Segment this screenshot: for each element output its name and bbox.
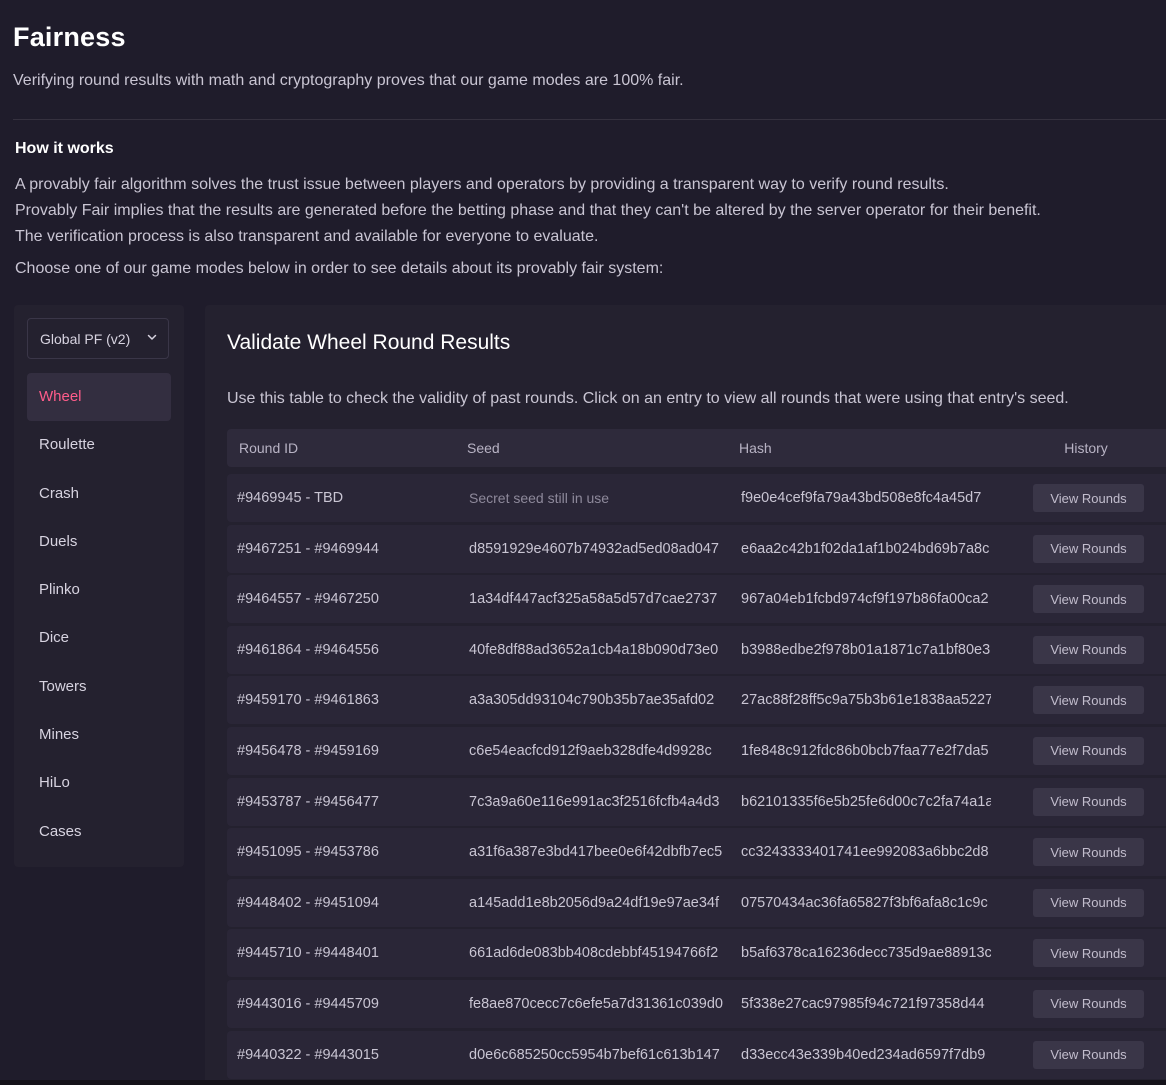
table-row[interactable]: #9464557 - #9467250 1a34df447acf325a58a5d…	[227, 575, 1166, 624]
round-id-cell: #9464557 - #9467250	[237, 591, 379, 608]
game-mode-list: Wheel Roulette Crash Duels Plinko Dice T…	[27, 373, 171, 856]
view-rounds-button[interactable]: View Rounds	[1033, 686, 1144, 715]
column-header-history: History	[1064, 440, 1108, 456]
round-id-cell: #9448402 - #9451094	[237, 894, 379, 911]
view-rounds-button[interactable]: View Rounds	[1033, 534, 1144, 563]
round-id-cell: #9467251 - #9469944	[237, 540, 379, 557]
view-rounds-button[interactable]: View Rounds	[1033, 939, 1144, 968]
sidebar-item-crash[interactable]: Crash	[27, 470, 171, 518]
seed-cell: a3a305dd93104c790b35b7ae35afd02	[469, 692, 715, 709]
table-row[interactable]: #9445710 - #9448401 661ad6de083bb408cdebb…	[227, 929, 1166, 978]
hash-cell: 07570434ac36fa65827f3bf6afa8c1c9c	[741, 894, 988, 911]
hash-cell: 967a04eb1fcbd974cf9f197b86fa00ca2	[741, 591, 989, 608]
round-id-cell: #9453787 - #9456477	[237, 793, 379, 810]
game-mode-sidebar: Global PF (v2) Wheel Roulette Crash Duel…	[14, 305, 184, 867]
page-subtitle: Verifying round results with math and cr…	[13, 72, 684, 89]
round-id-cell: #9459170 - #9461863	[237, 692, 379, 709]
hash-cell: d33ecc43e339b40ed234ad6597f7db9	[741, 1046, 986, 1063]
view-rounds-button[interactable]: View Rounds	[1033, 1040, 1144, 1069]
table-row[interactable]: #9456478 - #9459169 c6e54eacfcd912f9aeb32…	[227, 726, 1166, 775]
table-row[interactable]: #9451095 - #9453786 a31f6a387e3bd417bee0e…	[227, 828, 1166, 877]
sidebar-item-duels[interactable]: Duels	[27, 518, 171, 566]
panel-title: Validate Wheel Round Results	[227, 331, 511, 354]
bottom-bar	[0, 1080, 1166, 1085]
how-it-works-line: The verification process is also transpa…	[15, 228, 599, 245]
view-rounds-button[interactable]: View Rounds	[1033, 484, 1144, 512]
choose-mode-text: Choose one of our game modes below in or…	[15, 260, 664, 277]
hash-cell: b3988edbe2f978b01a1871c7a1bf80e31	[741, 641, 991, 658]
table-row[interactable]: #9459170 - #9461863 a3a305dd93104c790b35b…	[227, 676, 1166, 725]
seed-cell: d8591929e4607b74932ad5ed08ad047	[469, 540, 719, 557]
round-id-cell: #9461864 - #9464556	[237, 641, 379, 658]
round-id-cell: #9445710 - #9448401	[237, 945, 379, 962]
hash-cell: 1fe848c912fdc86b0bcb7faa77e2f7da5	[741, 742, 989, 759]
table-row[interactable]: #9461864 - #9464556 40fe8df88ad3652a1cb4a…	[227, 625, 1166, 674]
hash-cell: cc3243333401741ee992083a6bbc2d8	[741, 844, 989, 861]
sidebar-item-mines[interactable]: Mines	[27, 711, 171, 759]
seed-cell: fe8ae870cecc7c6efe5a7d31361c039d0	[469, 995, 723, 1012]
table-row[interactable]: #9443016 - #9445709 fe8ae870cecc7c6efe5a7…	[227, 979, 1166, 1028]
table-row[interactable]: #9469945 - TBD Secret seed still in use f9…	[227, 474, 1166, 522]
hash-cell: b5af6378ca16236decc735d9ae88913c	[741, 945, 991, 962]
seed-cell: 1a34df447acf325a58a5d57d7cae2737	[469, 591, 718, 608]
rounds-table: Round ID Seed Hash History #9469945 - TB…	[227, 429, 1166, 1081]
table-row[interactable]: #9448402 - #9451094 a145add1e8b2056d9a24d…	[227, 878, 1166, 927]
divider	[13, 119, 1166, 120]
sidebar-item-plinko[interactable]: Plinko	[27, 566, 171, 614]
round-id-cell: #9456478 - #9459169	[237, 742, 379, 759]
sidebar-item-cases[interactable]: Cases	[27, 808, 171, 856]
seed-cell: d0e6c685250cc5954b7bef61c613b147	[469, 1046, 720, 1063]
seed-cell: 7c3a9a60e116e991ac3f2516fcfb4a4d3	[469, 793, 720, 810]
table-row[interactable]: #9467251 - #9469944 d8591929e4607b74932ad…	[227, 524, 1166, 573]
seed-cell: a31f6a387e3bd417bee0e6f42dbfb7ec5	[469, 844, 723, 861]
sidebar-item-towers[interactable]: Towers	[27, 663, 171, 711]
pf-version-select[interactable]: Global PF (v2)	[27, 318, 169, 359]
seed-cell: 661ad6de083bb408cdebbf45194766f2	[469, 945, 719, 962]
view-rounds-button[interactable]: View Rounds	[1033, 635, 1144, 664]
how-it-works-title: How it works	[15, 140, 114, 157]
table-row[interactable]: #9453787 - #9456477 7c3a9a60e116e991ac3f2…	[227, 777, 1166, 826]
page-title: Fairness	[13, 22, 126, 52]
round-id-cell: #9451095 - #9453786	[237, 844, 379, 861]
column-header-seed: Seed	[467, 440, 500, 456]
view-rounds-button[interactable]: View Rounds	[1033, 989, 1144, 1018]
sidebar-item-hilo[interactable]: HiLo	[27, 759, 171, 807]
chevron-down-icon	[147, 334, 157, 340]
table-header: Round ID Seed Hash History	[227, 429, 1166, 467]
round-id-cell: #9440322 - #9443015	[237, 1046, 379, 1063]
view-rounds-button[interactable]: View Rounds	[1033, 838, 1144, 867]
sidebar-item-dice[interactable]: Dice	[27, 614, 171, 662]
validation-panel: Validate Wheel Round Results Use this ta…	[205, 305, 1166, 1085]
seed-cell: c6e54eacfcd912f9aeb328dfe4d9928c	[469, 742, 712, 759]
sidebar-item-roulette[interactable]: Roulette	[27, 421, 171, 469]
how-it-works-line: Provably Fair implies that the results a…	[15, 202, 1041, 219]
view-rounds-button[interactable]: View Rounds	[1033, 888, 1144, 917]
panel-description: Use this table to check the validity of …	[227, 390, 1069, 407]
seed-cell: a145add1e8b2056d9a24df19e97ae34f	[469, 894, 719, 911]
table-row[interactable]: #9440322 - #9443015 d0e6c685250cc5954b7be…	[227, 1030, 1166, 1079]
view-rounds-button[interactable]: View Rounds	[1033, 736, 1144, 765]
column-header-hash: Hash	[739, 440, 772, 456]
seed-cell: Secret seed still in use	[469, 490, 610, 506]
round-id-cell: #9469945 - TBD	[237, 490, 344, 506]
seed-cell: 40fe8df88ad3652a1cb4a18b090d73e0	[469, 641, 719, 658]
hash-cell: f9e0e4cef9fa79a43bd508e8fc4a45d7	[741, 490, 982, 506]
sidebar-item-wheel[interactable]: Wheel	[27, 373, 171, 422]
round-id-cell: #9443016 - #9445709	[237, 995, 379, 1012]
hash-cell: 5f338e27cac97985f94c721f97358d44	[741, 995, 985, 1012]
hash-cell: b62101335f6e5b25fe6d00c7c2fa74a1a	[741, 793, 991, 810]
hash-cell: e6aa2c42b1f02da1af1b024bd69b7a8c	[741, 540, 990, 557]
view-rounds-button[interactable]: View Rounds	[1033, 585, 1144, 614]
view-rounds-button[interactable]: View Rounds	[1033, 787, 1144, 816]
hash-cell: 27ac88f28ff5c9a75b3b61e1838aa5227	[741, 692, 991, 709]
how-it-works-line: A provably fair algorithm solves the tru…	[15, 176, 949, 193]
how-it-works-text: A provably fair algorithm solves the tru…	[15, 172, 1041, 250]
table-body: #9469945 - TBD Secret seed still in use f9…	[227, 474, 1166, 1079]
pf-version-value: Global PF (v2)	[40, 330, 131, 347]
column-header-round-id: Round ID	[239, 440, 299, 456]
